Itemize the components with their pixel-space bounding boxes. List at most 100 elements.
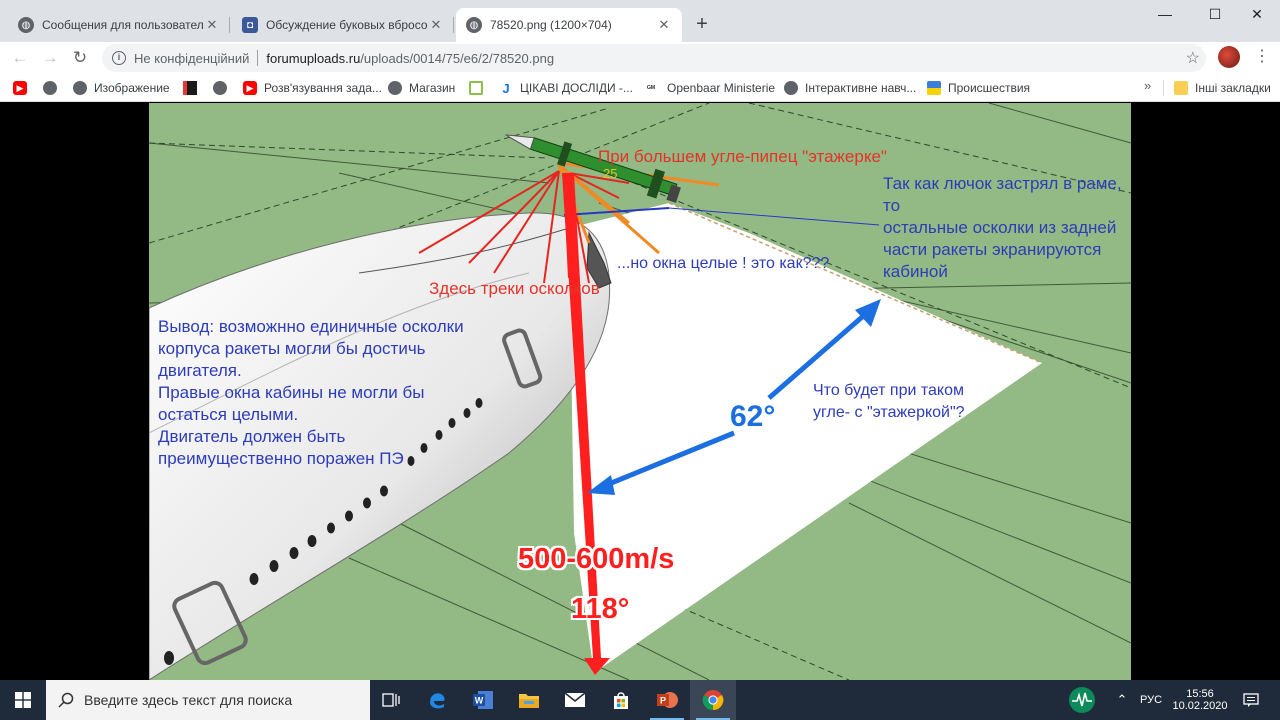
bookmark-globe-2[interactable] — [213, 79, 234, 97]
clock[interactable]: 15:56 10.02.2020 — [1168, 680, 1232, 720]
tab-strip: ◍ Сообщения для пользователей ✕ ◘ Обсужд… — [0, 0, 1280, 42]
bookmark-shop[interactable]: Магазин — [388, 79, 455, 97]
angle-118-label: 118° — [571, 593, 630, 625]
globe-icon — [784, 81, 798, 95]
bookmark-label: Інтерактивне навч... — [805, 81, 917, 95]
mail-icon[interactable] — [552, 680, 598, 720]
forum-icon: ◘ — [242, 17, 258, 33]
maximize-button[interactable]: ☐ — [1192, 0, 1238, 30]
j-icon: J — [502, 80, 510, 96]
tab-title: Сообщения для пользователей — [42, 18, 204, 32]
tab-title: 78520.png (1200×704) — [490, 18, 612, 32]
bookmark-label: ЦІКАВІ ДОСЛІДИ -... — [520, 81, 633, 95]
bookmarks-divider — [1163, 80, 1164, 96]
file-explorer-icon[interactable] — [506, 680, 552, 720]
tab-image[interactable]: ◍ 78520.png (1200×704) ✕ — [456, 8, 682, 42]
hatch-annotation: Так как лючок застрял в раме, то остальн… — [883, 174, 1122, 281]
globe-icon — [388, 81, 402, 95]
reload-button[interactable]: ↻ — [68, 46, 92, 70]
bookmark-red[interactable] — [183, 79, 204, 97]
bookmark-tasks[interactable]: ▶ Розв'язування зада... — [243, 79, 382, 97]
bookmark-other[interactable]: Інші закладки — [1174, 79, 1271, 97]
powerpoint-icon[interactable]: P — [644, 680, 690, 720]
address-bar[interactable]: i Не конфіденційний forumuploads.ru/uplo… — [102, 44, 1206, 72]
bookmark-experiments[interactable]: J ЦІКАВІ ДОСЛІДИ -... — [499, 79, 633, 97]
speed-label: 500-600m/s — [518, 543, 675, 575]
bookmark-youtube[interactable]: ▶ — [13, 79, 34, 97]
minimize-button[interactable]: — — [1142, 0, 1188, 30]
bookmark-label: Магазин — [409, 81, 456, 95]
address-host: forumuploads.ru — [266, 50, 361, 66]
etazherka-annotation: При большем угле-пипец "этажерке" — [598, 147, 887, 166]
info-icon[interactable]: i — [112, 51, 126, 65]
close-icon[interactable]: ✕ — [428, 17, 444, 33]
bookmark-image[interactable]: Изображение — [73, 79, 170, 97]
chevron-up-icon[interactable]: ⌃ — [1110, 680, 1134, 720]
bookmarks-more-button[interactable]: » — [1144, 78, 1151, 93]
new-tab-button[interactable]: + — [690, 13, 714, 37]
address-path: /uploads/0014/75/e6/2/78520.png — [360, 50, 555, 66]
forward-button[interactable]: → — [38, 46, 62, 70]
red-bar-icon — [183, 81, 197, 95]
green-square-icon — [469, 81, 483, 95]
bookmark-incidents[interactable]: Происшествия — [927, 79, 1030, 97]
svg-text:W: W — [475, 696, 484, 706]
bookmark-green[interactable] — [469, 79, 490, 97]
bookmark-star-icon[interactable]: ☆ — [1186, 48, 1200, 68]
close-window-button[interactable]: ✕ — [1234, 0, 1280, 30]
youtube-icon: ▶ — [243, 81, 257, 95]
word-icon[interactable]: W — [460, 680, 506, 720]
displayed-image[interactable]: При большем угле-пипец "этажерке" 25 Так… — [149, 103, 1131, 680]
back-button[interactable]: ← — [8, 46, 32, 70]
om-icon: ᴳᴹ — [646, 83, 656, 93]
tracks-annotation: Здесь треки осколков — [429, 279, 600, 298]
svg-text:P: P — [660, 696, 666, 706]
globe-icon — [73, 81, 87, 95]
tab-discussion[interactable]: ◘ Обсуждение буковых вбросов ✕ — [232, 8, 454, 42]
taskbar-search[interactable]: Введите здесь текст для поиска — [46, 680, 370, 720]
language-indicator[interactable]: РУС — [1136, 680, 1166, 720]
globe-icon — [213, 81, 227, 95]
bookmark-label: Розв'язування зада... — [264, 81, 382, 95]
store-icon[interactable] — [598, 680, 644, 720]
close-icon[interactable]: ✕ — [656, 17, 672, 33]
folder-icon — [1174, 81, 1188, 95]
windows-logo-icon — [15, 692, 31, 708]
notifications-icon[interactable] — [1236, 680, 1266, 720]
bookmark-globe-1[interactable] — [43, 79, 64, 97]
bookmark-interactive[interactable]: Інтерактивне навч... — [784, 79, 916, 97]
tab-user-messages[interactable]: ◍ Сообщения для пользователей ✕ — [8, 8, 230, 42]
clock-time: 15:56 — [1186, 688, 1214, 700]
task-view-icon[interactable] — [368, 680, 414, 720]
globe-icon: ◍ — [18, 17, 34, 33]
chrome-icon[interactable] — [690, 680, 736, 720]
search-placeholder: Введите здесь текст для поиска — [84, 692, 293, 708]
clock-date: 10.02.2020 — [1172, 700, 1228, 712]
windows-annotation: ...но окна целые ! это как??? — [617, 255, 830, 272]
start-button[interactable] — [0, 680, 46, 720]
close-icon[interactable]: ✕ — [204, 17, 220, 33]
ukraine-flag-icon — [927, 81, 941, 95]
tab-title: Обсуждение буковых вбросов — [266, 18, 428, 32]
search-icon — [58, 692, 74, 708]
image-viewport: При большем угле-пипец "этажерке" 25 Так… — [0, 103, 1280, 680]
edge-icon[interactable] — [414, 680, 460, 720]
youtube-icon: ▶ — [13, 81, 27, 95]
kebab-menu-icon[interactable]: ⋮ — [1252, 46, 1272, 70]
angle-25-label: 25 — [603, 166, 618, 181]
bookmark-openbaar[interactable]: ᴳᴹ Openbaar Ministerie — [642, 79, 775, 97]
angle-62-label: 62° — [730, 400, 776, 433]
bookmark-label: Інші закладки — [1195, 81, 1271, 95]
address-divider — [257, 50, 259, 66]
activity-monitor-icon[interactable] — [1064, 680, 1100, 720]
globe-icon: ◍ — [466, 17, 482, 33]
bookmarks-bar: ▶ Изображение ▶ Розв'язування зада... Маг… — [0, 74, 1280, 102]
windows-taskbar: Введите здесь текст для поиска W P ⌃ РУС… — [0, 680, 1280, 720]
bookmark-label: Происшествия — [948, 81, 1031, 95]
profile-avatar[interactable] — [1218, 46, 1240, 68]
security-label: Не конфіденційний — [134, 50, 250, 66]
bookmark-label: Openbaar Ministerie — [667, 81, 776, 95]
globe-icon — [43, 81, 57, 95]
bookmark-label: Изображение — [94, 81, 170, 95]
question-annotation: Что будет при таком угле- с "этажеркой"? — [813, 382, 965, 421]
